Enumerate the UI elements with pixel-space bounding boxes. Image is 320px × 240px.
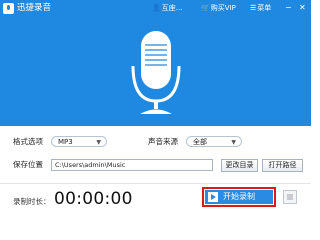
- minimize-button[interactable]: −: [285, 2, 292, 14]
- save-location-label: 保存位置: [13, 160, 43, 169]
- user-icon: 👤: [152, 4, 161, 12]
- format-label: 格式选项: [13, 137, 43, 146]
- change-directory-button[interactable]: 更改目录: [221, 159, 258, 172]
- main-menu[interactable]: ☰菜单: [250, 3, 271, 14]
- start-recording-button[interactable]: 开始录制: [205, 190, 273, 204]
- buy-vip-menu[interactable]: 🛒购买VIP: [201, 3, 236, 14]
- app-logo-icon: [3, 3, 14, 14]
- stop-button[interactable]: [283, 190, 297, 204]
- start-button-highlight: 开始录制: [202, 187, 276, 207]
- chevron-down-icon: ▼: [96, 139, 101, 146]
- buy-vip-label: 购买VIP: [210, 4, 236, 12]
- format-select[interactable]: MP3 ▼: [51, 136, 107, 147]
- title-bar: 迅捷录音 👤互座... 🛒购买VIP ☰菜单 − ✕: [0, 0, 311, 17]
- duration-label: 录制时长：: [13, 197, 51, 206]
- close-button[interactable]: ✕: [299, 2, 306, 14]
- chevron-down-icon: ▼: [231, 139, 236, 146]
- settings-panel: 格式选项 MP3 ▼ 声音来源 全部 ▼ 保存位置 C:\Users\admin…: [0, 126, 311, 209]
- cart-icon: 🛒: [201, 4, 210, 12]
- user-menu-label: 互座...: [161, 4, 183, 12]
- format-select-value: MP3: [58, 138, 73, 146]
- microphone-icon: [131, 31, 181, 114]
- open-path-button[interactable]: 打开路径: [262, 159, 303, 172]
- start-recording-label: 开始录制: [223, 192, 255, 201]
- source-select[interactable]: 全部 ▼: [186, 136, 242, 147]
- app-title: 迅捷录音: [17, 3, 52, 13]
- user-menu[interactable]: 👤互座...: [152, 3, 182, 14]
- hamburger-icon: ☰: [250, 4, 257, 12]
- source-select-value: 全部: [193, 138, 207, 146]
- divider: [0, 183, 311, 184]
- play-icon: [208, 192, 218, 202]
- mic-banner: [0, 17, 311, 126]
- recording-timer: 00:00:00: [54, 189, 133, 209]
- save-path-field[interactable]: C:\Users\admin\Music: [51, 159, 213, 171]
- main-menu-label: 菜单: [257, 4, 272, 12]
- source-label: 声音来源: [148, 137, 178, 146]
